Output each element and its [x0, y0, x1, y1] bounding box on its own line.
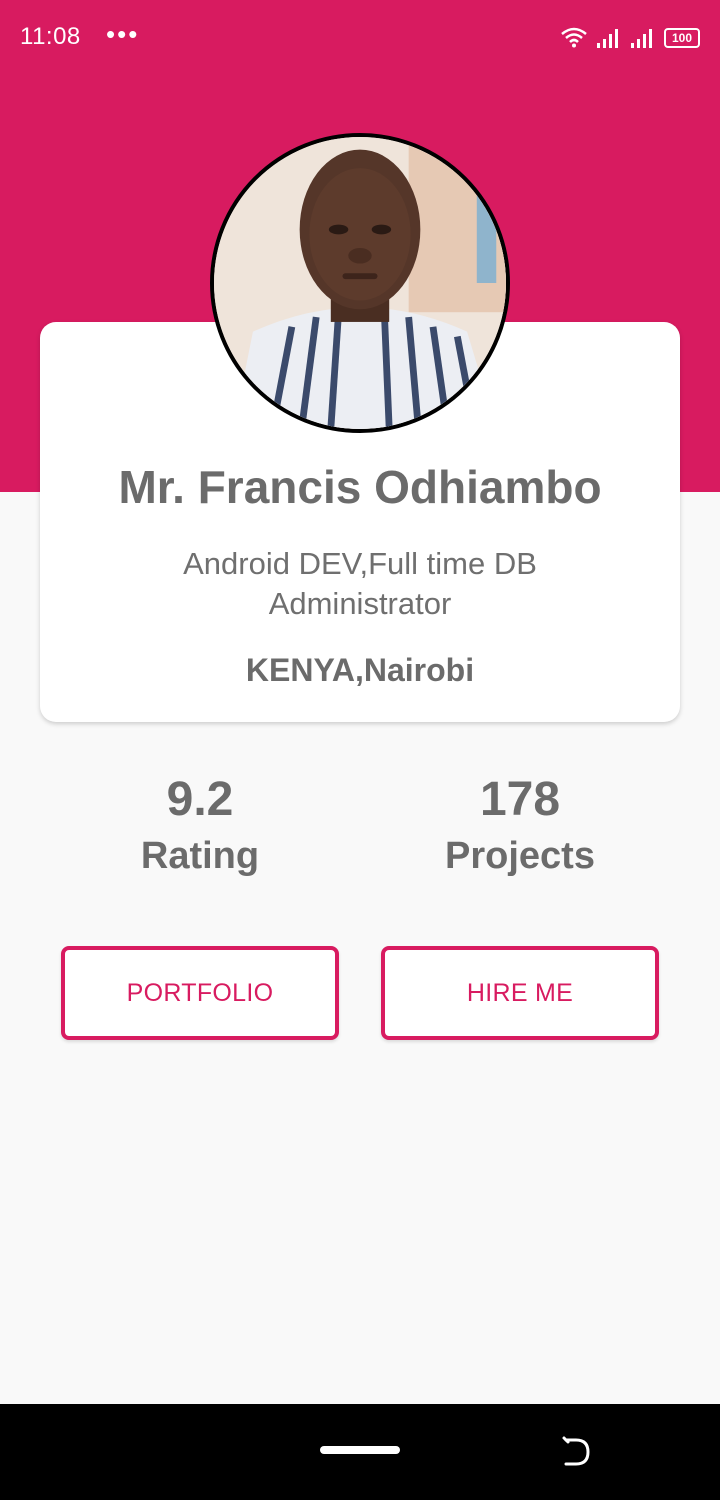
- hire-me-button[interactable]: HIRE ME: [381, 946, 659, 1040]
- rating-value: 9.2: [166, 773, 234, 826]
- profile-title: Android DEV,Full time DB Administrator: [183, 546, 537, 621]
- battery-icon: 100: [664, 28, 700, 48]
- avatar-photo: [214, 137, 506, 429]
- profile-location: KENYA,Nairobi: [245, 652, 475, 688]
- home-gesture-pill[interactable]: [320, 1446, 400, 1454]
- rating-label: Rating: [140, 835, 260, 877]
- status-time: 11:08: [20, 23, 81, 50]
- profile-screen: 11:08 ••• 100 Mr. Francis Odhiambo Andro…: [0, 0, 720, 1500]
- profile-avatar[interactable]: [210, 133, 510, 433]
- signal-icon: [630, 28, 656, 48]
- projects-label: Projects: [445, 835, 595, 877]
- status-icons: 100: [560, 24, 700, 48]
- status-bar: 11:08 ••• 100: [0, 0, 720, 72]
- notification-dots: •••: [106, 19, 140, 49]
- wifi-icon: [560, 26, 588, 48]
- projects-value: 178: [479, 773, 561, 826]
- portfolio-button[interactable]: PORTFOLIO: [61, 946, 339, 1040]
- projects-stat: 178 Projects: [360, 772, 680, 880]
- signal-icon: [596, 28, 622, 48]
- rating-stat: 9.2 Rating: [40, 772, 360, 880]
- profile-name: Mr. Francis Odhiambo: [118, 461, 602, 513]
- back-gesture-icon[interactable]: [558, 1434, 594, 1470]
